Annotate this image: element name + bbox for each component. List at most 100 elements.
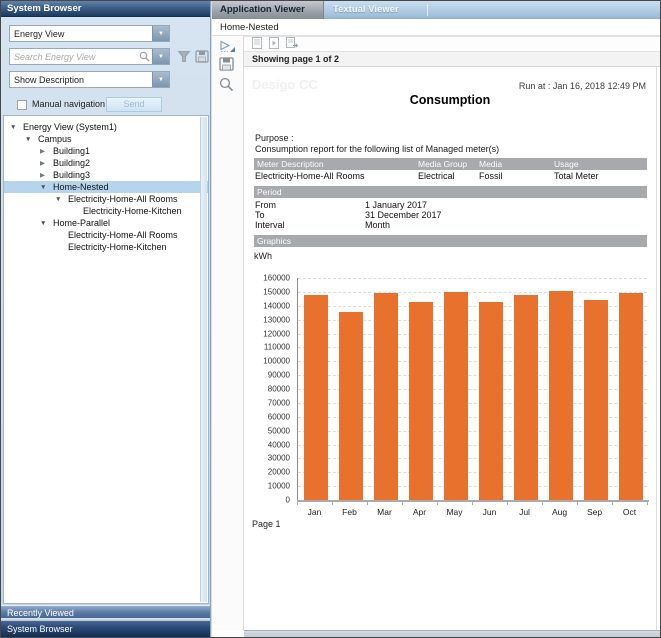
tree-item-label: Electricity-Home-Kitchen (83, 206, 182, 216)
bar-jan (304, 295, 328, 500)
x-tick-label: Jul (507, 507, 542, 517)
y-tick-label: 90000 (268, 371, 290, 380)
chart-x-axis (297, 500, 649, 502)
recently-viewed-bar[interactable]: Recently Viewed (1, 605, 210, 619)
period-section-header: Period (254, 186, 647, 198)
purpose-label: Purpose : (255, 133, 294, 143)
x-tick-mark (542, 502, 543, 505)
view-selector-dropdown[interactable]: Energy View ▼ (9, 25, 170, 42)
period-label: Interval (255, 220, 285, 230)
manual-navigation-label: Manual navigation (32, 99, 105, 109)
export-icon[interactable] (286, 37, 299, 51)
print-preview-icon[interactable] (269, 37, 279, 51)
column-header: Media Group (418, 158, 467, 170)
chevron-down-icon[interactable]: ▼ (152, 26, 169, 41)
save-icon[interactable] (195, 50, 209, 65)
collapse-arrow-icon[interactable]: ▼ (40, 218, 53, 230)
manual-navigation-checkbox[interactable] (17, 100, 27, 110)
system-browser-bottom-tab[interactable]: System Browser (1, 620, 210, 637)
y-tick-label: 50000 (268, 426, 290, 435)
meter-table-row: Electricity-Home-All Rooms Electrical Fo… (254, 171, 647, 182)
tab-application-viewer[interactable]: Application Viewer (212, 1, 324, 19)
run-timestamp: Run at : Jan 16, 2018 12:49 PM (519, 81, 646, 91)
bar-aug (549, 291, 573, 500)
display-mode-dropdown[interactable]: Show Description ▼ (9, 71, 170, 88)
chart-x-axis-labels: JanFebMarAprMayJunJulAugSepOct (297, 507, 647, 517)
viewer-panel: Application Viewer Textual Viewer Home-N… (212, 1, 661, 637)
x-tick-label: May (437, 507, 472, 517)
save-icon[interactable] (219, 57, 234, 73)
gridline (298, 292, 647, 293)
filter-icon[interactable] (177, 50, 191, 65)
tab-textual-viewer[interactable]: Textual Viewer (325, 1, 430, 19)
y-tick-label: 0 (286, 496, 290, 505)
run-report-icon[interactable] (219, 40, 236, 55)
tree-item-electricity-home-kitchen[interactable]: Electricity-Home-Kitchen (4, 205, 208, 217)
x-tick-mark (577, 502, 578, 505)
expand-arrow-icon[interactable]: ▶ (40, 158, 53, 170)
gridline (298, 278, 647, 279)
x-tick-mark (472, 502, 473, 505)
y-tick-label: 80000 (268, 385, 290, 394)
collapse-arrow-icon[interactable]: ▼ (25, 134, 38, 146)
x-tick-label: Jan (297, 507, 332, 517)
tree-item-label: Electricity-Home-All Rooms (68, 194, 178, 204)
tree-item-electricity-home-all-rooms[interactable]: Electricity-Home-All Rooms (4, 229, 208, 241)
x-tick-label: Apr (402, 507, 437, 517)
y-tick-label: 100000 (263, 357, 290, 366)
expand-arrow-icon[interactable]: ▶ (40, 146, 53, 158)
tree-item-building3[interactable]: ▶Building3 (4, 169, 208, 181)
chart-y-axis-unit: kWh (254, 251, 272, 261)
y-tick-label: 150000 (263, 287, 290, 296)
page-status-bar: Showing page 1 of 2 (244, 52, 661, 67)
x-tick-mark (507, 502, 508, 505)
tree-item-home-nested[interactable]: ▼Home-Nested (4, 181, 208, 193)
horizontal-scrollbar[interactable] (244, 630, 661, 637)
x-tick-label: Jun (472, 507, 507, 517)
tree-item-label: Home-Nested (53, 182, 109, 192)
tree-scrollbar[interactable] (200, 117, 207, 602)
tree-item-home-parallel[interactable]: ▼Home-Parallel (4, 217, 208, 229)
search-box: ▼ (9, 48, 170, 65)
bar-may (444, 292, 468, 500)
report-viewer: Showing page 1 of 2 Desigo CC Run at : J… (244, 36, 661, 630)
chevron-down-icon[interactable]: ▼ (152, 49, 169, 64)
tree-item-label: Building1 (53, 146, 90, 156)
tree-item-electricity-home-all-rooms[interactable]: ▼Electricity-Home-All Rooms (4, 193, 208, 205)
period-label: To (255, 210, 265, 220)
tree-item-energy-view-system1-[interactable]: ▼Energy View (System1) (4, 121, 208, 133)
collapse-arrow-icon[interactable]: ▼ (10, 122, 23, 134)
y-tick-label: 120000 (263, 329, 290, 338)
tree-item-label: Building3 (53, 170, 90, 180)
expand-arrow-icon[interactable]: ▶ (40, 170, 53, 182)
brand-watermark: Desigo CC (252, 77, 318, 92)
page-setup-icon[interactable] (252, 37, 262, 51)
x-tick-mark (332, 502, 333, 505)
y-tick-label: 20000 (268, 468, 290, 477)
x-tick-label: Aug (542, 507, 577, 517)
tree-item-campus[interactable]: ▼Campus (4, 133, 208, 145)
send-button[interactable]: Send (106, 97, 162, 112)
zoom-icon[interactable] (219, 77, 234, 94)
collapse-arrow-icon[interactable]: ▼ (40, 182, 53, 194)
x-tick-mark (612, 502, 613, 505)
tree-item-building2[interactable]: ▶Building2 (4, 157, 208, 169)
bar-jun (479, 302, 503, 500)
page-number-label: Page 1 (252, 519, 281, 529)
search-icon[interactable] (137, 49, 152, 64)
tree-item-electricity-home-kitchen[interactable]: Electricity-Home-Kitchen (4, 241, 208, 253)
collapse-arrow-icon[interactable]: ▼ (55, 194, 68, 206)
x-tick-label: Feb (332, 507, 367, 517)
x-tick-mark (402, 502, 403, 505)
tab-separator (427, 4, 428, 16)
chart-y-axis-labels: 1600001500001400001300001200001100001000… (246, 278, 293, 500)
bar-jul (514, 295, 538, 500)
y-tick-label: 110000 (264, 343, 290, 352)
report-page-area: Desigo CC Run at : Jan 16, 2018 12:49 PM… (244, 67, 661, 630)
tree-item-building1[interactable]: ▶Building1 (4, 145, 208, 157)
y-tick-label: 70000 (268, 398, 290, 407)
period-row: To 31 December 2017 (255, 210, 647, 220)
chevron-down-icon[interactable]: ▼ (152, 72, 169, 87)
x-tick-label: Oct (612, 507, 647, 517)
search-input[interactable] (10, 49, 137, 64)
